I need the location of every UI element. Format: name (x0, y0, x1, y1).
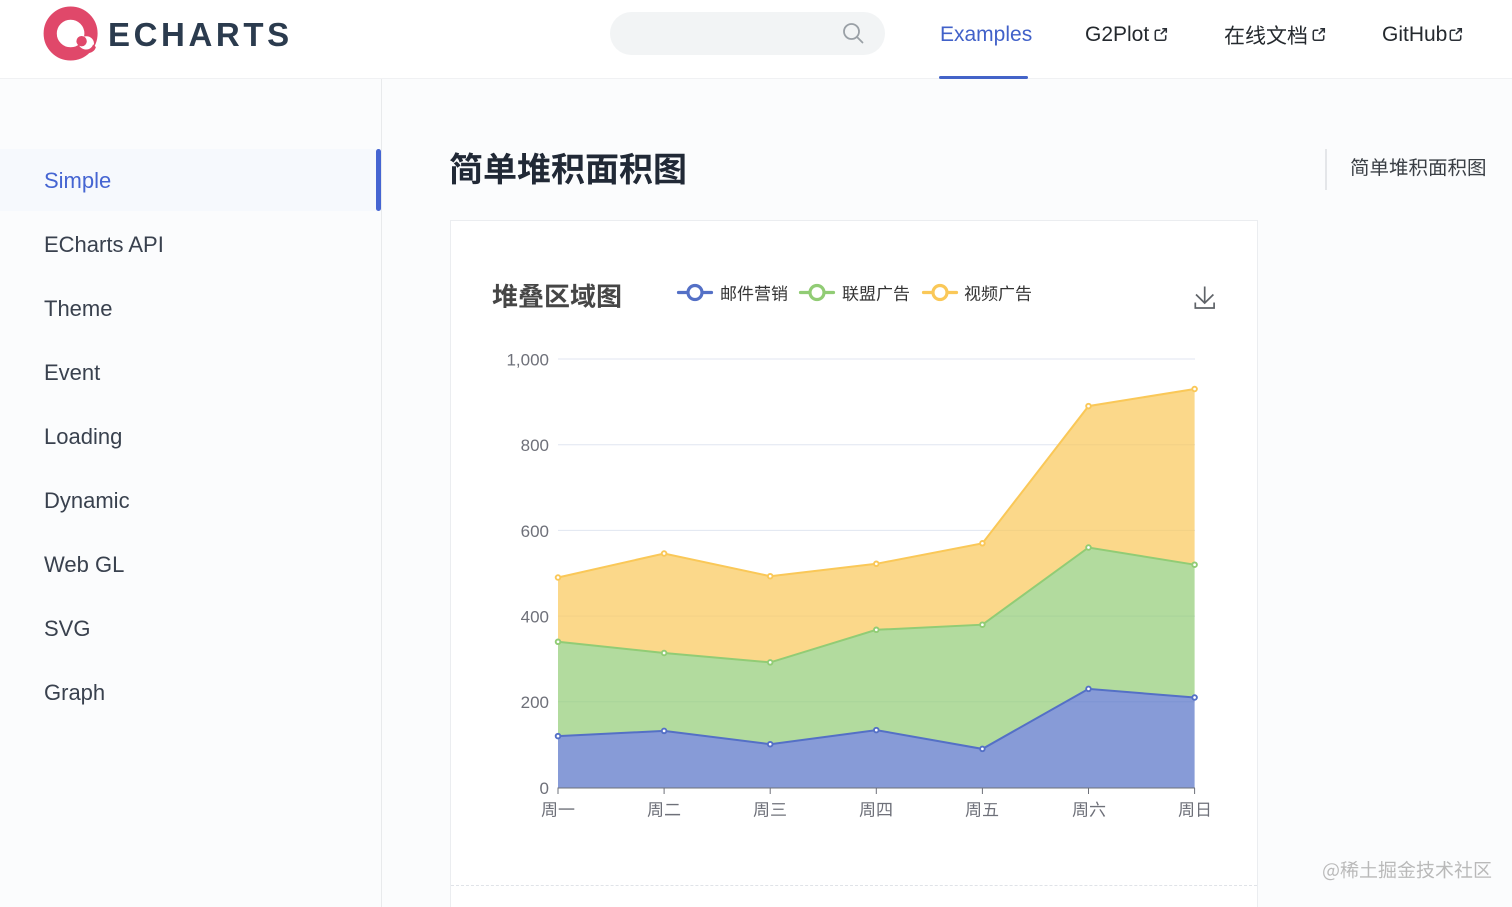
svg-text:1,000: 1,000 (506, 350, 549, 369)
svg-text:0: 0 (540, 779, 549, 798)
svg-text:200: 200 (521, 693, 549, 712)
svg-text:600: 600 (521, 522, 549, 541)
svg-text:400: 400 (521, 608, 549, 627)
svg-text:800: 800 (521, 436, 549, 455)
